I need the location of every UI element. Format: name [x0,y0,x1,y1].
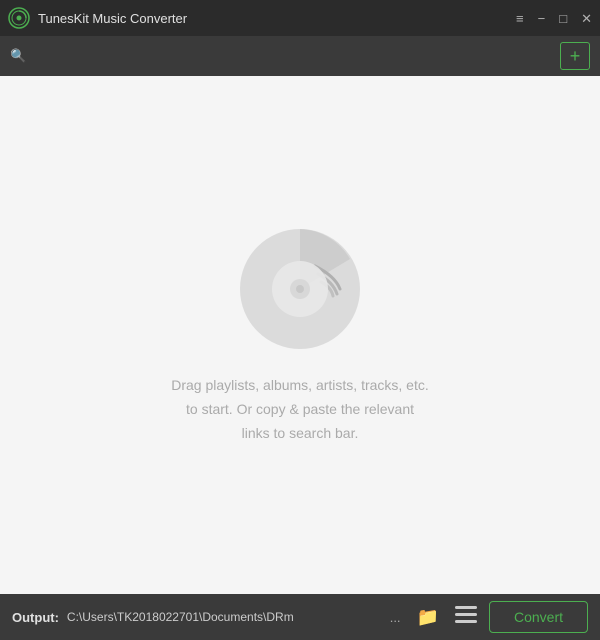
close-btn[interactable]: ✕ [581,12,592,25]
add-button[interactable]: + [560,42,590,70]
menu-btn[interactable]: ≡ [516,12,524,25]
folder-button[interactable]: 📁 [413,605,443,630]
ellipsis-button[interactable]: ... [386,608,405,627]
app-title: TunesKit Music Converter [38,11,508,26]
output-label: Output: [12,610,59,625]
title-bar: TunesKit Music Converter ≡ − □ ✕ [0,0,600,36]
window-controls: ≡ − □ ✕ [516,12,592,25]
output-path: C:\Users\TK2018022701\Documents\DRm [67,610,378,624]
list-button[interactable] [451,604,481,631]
convert-button[interactable]: Convert [489,601,588,633]
search-icon: 🔍 [10,48,26,64]
minimize-btn[interactable]: − [538,12,546,25]
app-logo [8,7,30,29]
main-content: Drag playlists, albums, artists, tracks,… [0,76,600,594]
search-input[interactable] [34,49,552,64]
cd-icon [235,224,365,354]
maximize-btn[interactable]: □ [559,12,567,25]
bottom-bar: Output: C:\Users\TK2018022701\Documents\… [0,594,600,640]
placeholder-text: Drag playlists, albums, artists, tracks,… [171,374,429,445]
toolbar: 🔍 + [0,36,600,76]
